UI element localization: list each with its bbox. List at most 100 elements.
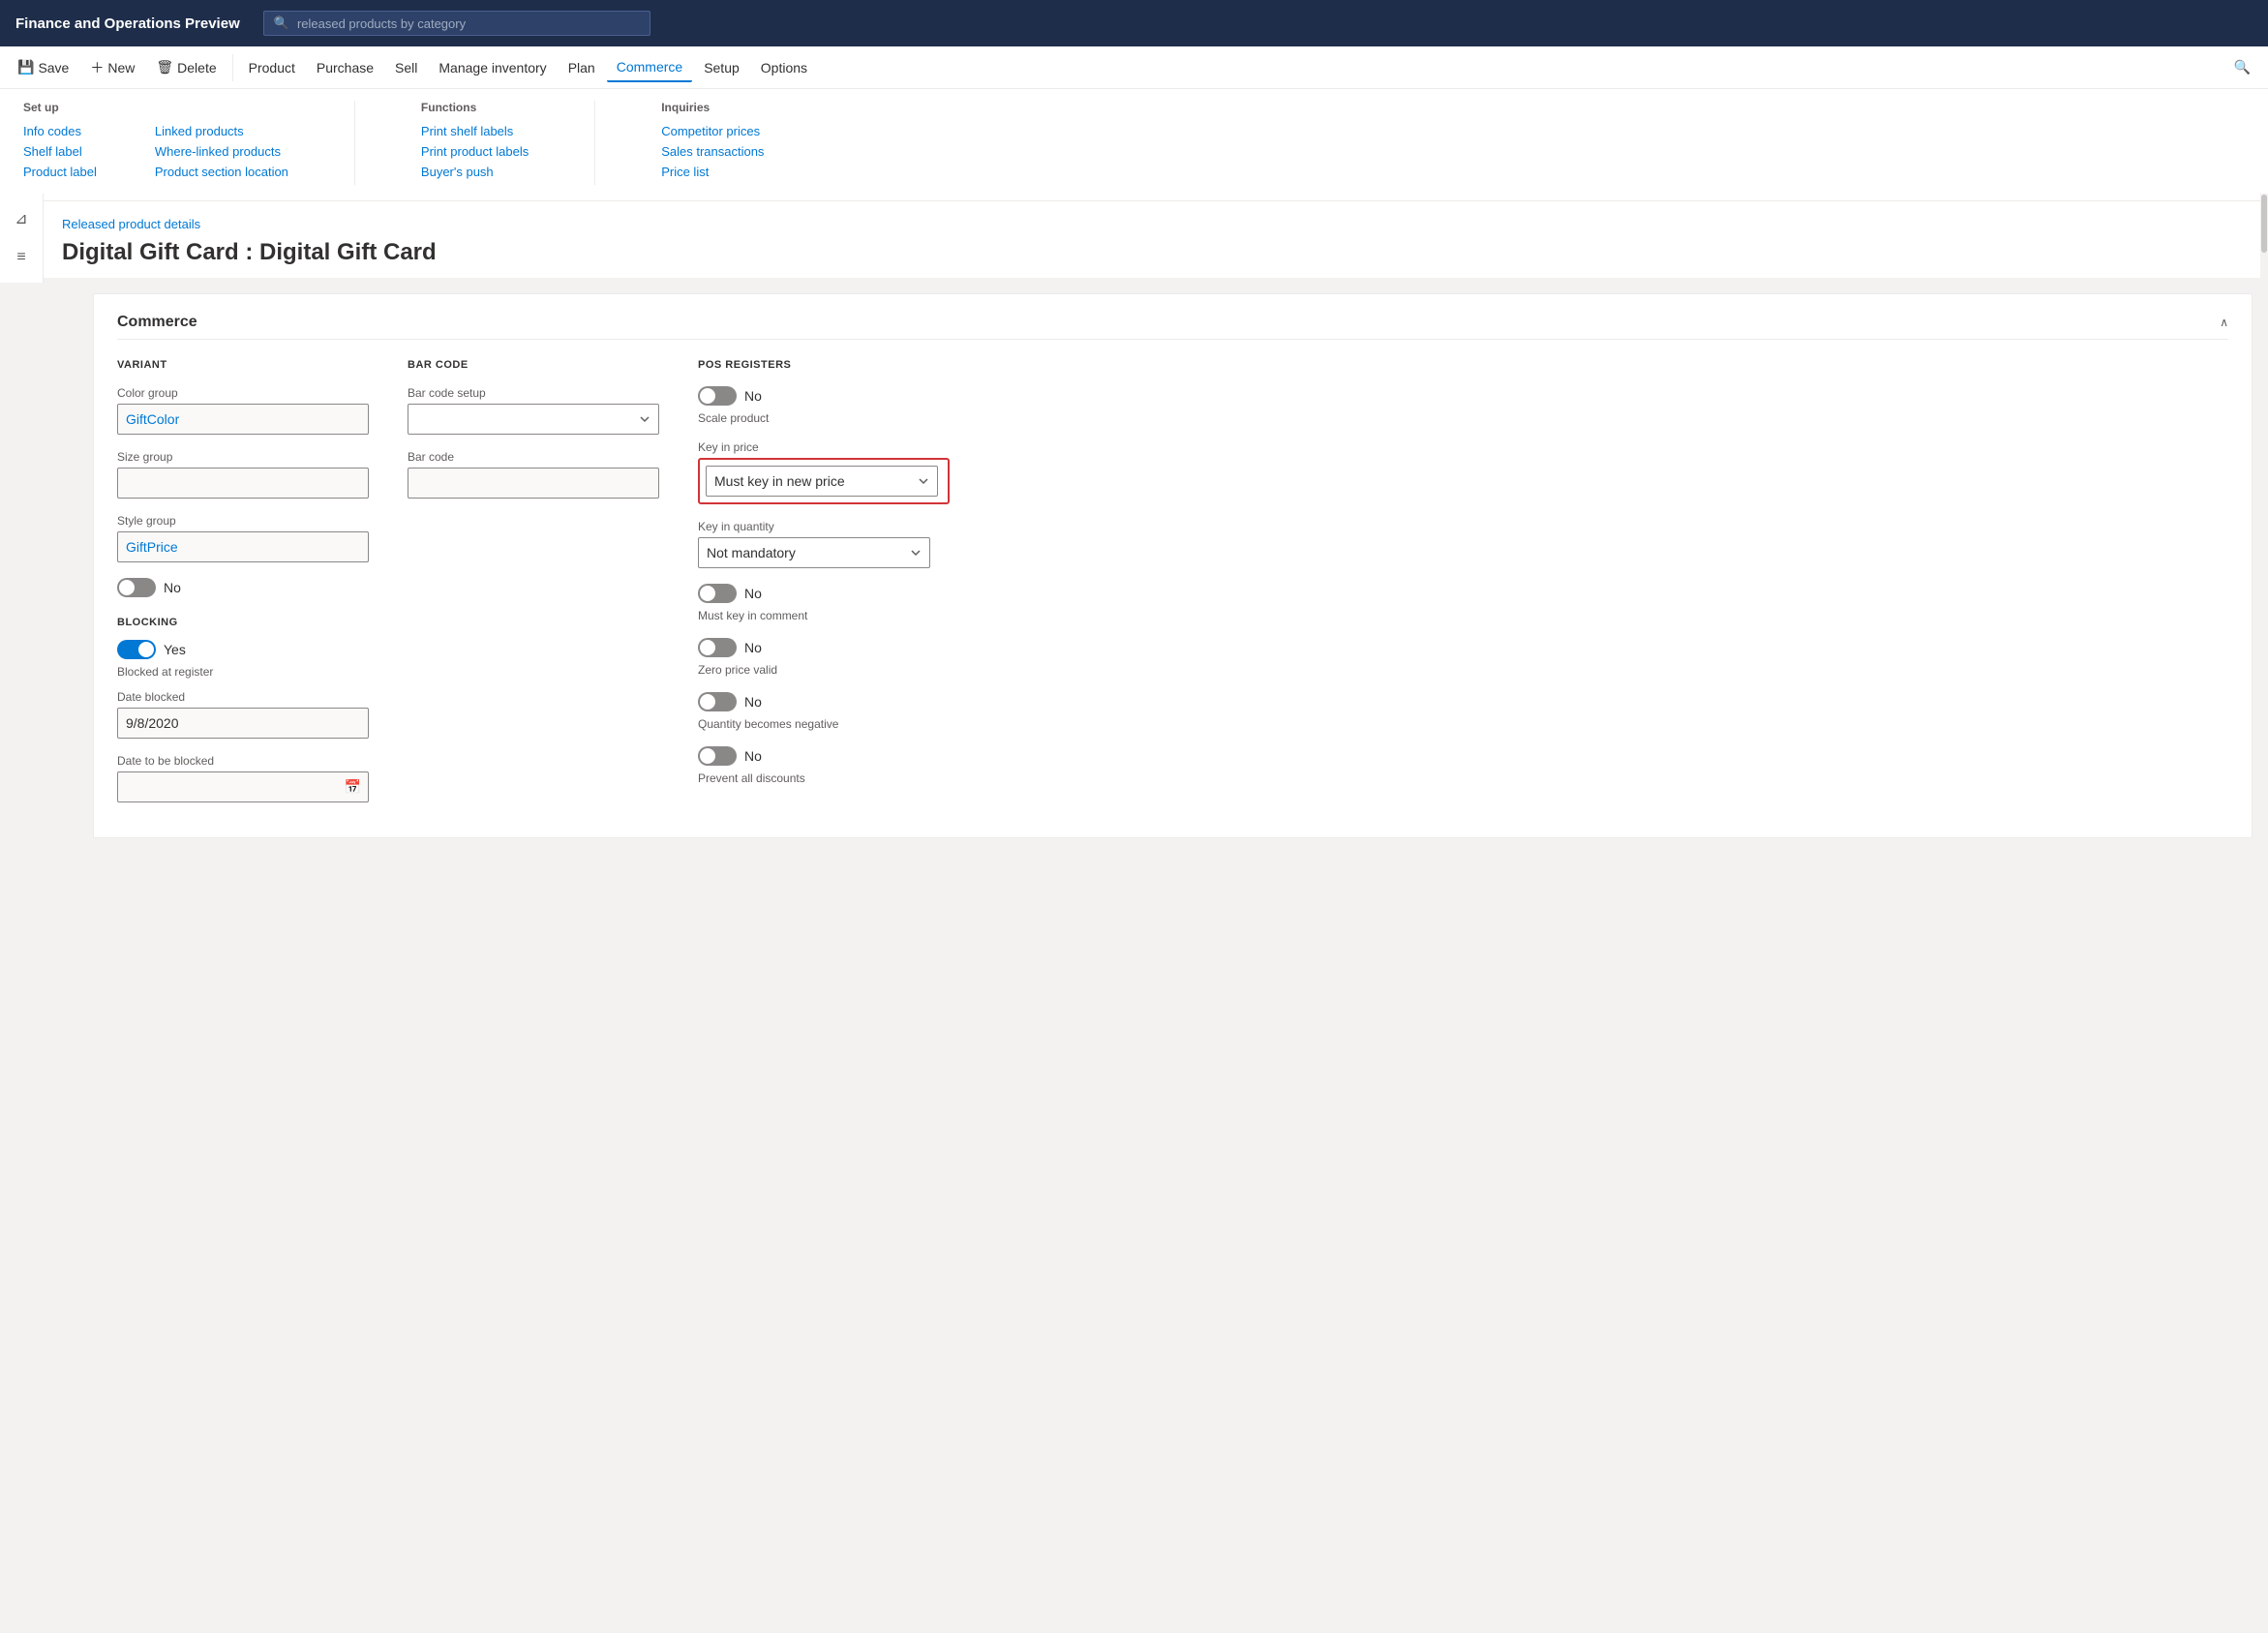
print-variants-toggle[interactable] — [117, 578, 156, 597]
zero-price-sublabel: Zero price valid — [698, 663, 2228, 677]
barcode-setup-label: Bar code setup — [408, 386, 659, 400]
section-title: Commerce — [117, 314, 197, 331]
must-key-comment-row: No — [698, 584, 2228, 603]
global-search[interactable]: 🔍 released products by category — [263, 11, 650, 36]
size-group-field: Size group — [117, 450, 369, 499]
setup-button[interactable]: Setup — [694, 54, 749, 81]
product-button[interactable]: Product — [239, 54, 305, 81]
command-bar: 💾 Save ＋ New 🗑 Delete Product Purchase S… — [0, 46, 2268, 89]
key-in-price-highlight: Must key in new price Not mandatory Must… — [698, 458, 950, 504]
commerce-section-wrapper: Commerce ∧ VARIANT Color group Size grou… — [93, 293, 2253, 838]
barcode-setup-field: Bar code setup — [408, 386, 659, 435]
color-group-label: Color group — [117, 386, 369, 400]
left-toolbar: ⊿ ≡ — [0, 194, 44, 283]
barcode-setup-select[interactable] — [408, 404, 659, 435]
setup-linked-col: x Linked products Where-linked products … — [155, 101, 288, 185]
color-group-input[interactable] — [117, 404, 369, 435]
options-button[interactable]: Options — [751, 54, 817, 81]
date-blocked-label: Date blocked — [117, 690, 369, 704]
scrollbar-track — [2260, 194, 2268, 1633]
date-to-be-blocked-field: Date to be blocked 📅 — [117, 754, 369, 802]
date-blocked-input[interactable] — [117, 708, 369, 739]
setup-col: Set up Info codes Shelf label Product la… — [23, 101, 97, 185]
commerce-button[interactable]: Commerce — [607, 53, 692, 82]
prevent-discounts-sublabel: Prevent all discounts — [698, 771, 2228, 785]
product-section-location-link[interactable]: Product section location — [155, 165, 288, 179]
plan-button[interactable]: Plan — [559, 54, 605, 81]
must-key-comment-value: No — [744, 586, 762, 601]
new-button[interactable]: ＋ New — [80, 52, 144, 83]
functions-header: Functions — [421, 101, 529, 114]
menu-divider-2 — [594, 101, 595, 185]
main-content: Commerce ∧ VARIANT Color group Size grou… — [39, 286, 2268, 846]
key-in-quantity-field: Key in quantity Not mandatory Must key i… — [698, 520, 2228, 568]
filter-icon[interactable]: ⊿ — [8, 205, 35, 232]
barcode-label: Bar code — [408, 450, 659, 464]
print-product-labels-link[interactable]: Print product labels — [421, 144, 529, 159]
date-blocked-field: Date blocked — [117, 690, 369, 739]
print-variants-label: No — [164, 580, 181, 595]
style-group-input[interactable] — [117, 531, 369, 562]
scale-product-value: No — [744, 388, 762, 404]
print-shelf-labels-link[interactable]: Print shelf labels — [421, 124, 529, 138]
barcode-input[interactable] — [408, 468, 659, 499]
collapse-button[interactable]: ∧ — [2220, 316, 2228, 329]
date-to-be-blocked-input[interactable] — [117, 771, 369, 802]
toc-icon[interactable]: ≡ — [8, 244, 35, 271]
functions-col: Functions Print shelf labels Print produ… — [421, 101, 529, 185]
size-group-label: Size group — [117, 450, 369, 464]
calendar-icon[interactable]: 📅 — [345, 779, 361, 796]
scale-product-toggle[interactable] — [698, 386, 737, 406]
search-cmd-icon: 🔍 — [2234, 59, 2251, 76]
style-group-label: Style group — [117, 514, 369, 528]
variant-header: VARIANT — [117, 359, 369, 371]
setup-header: Set up — [23, 101, 97, 114]
qty-negative-value: No — [744, 694, 762, 710]
key-in-quantity-select[interactable]: Not mandatory Must key in quantity — [698, 537, 930, 568]
breadcrumb[interactable]: Released product details — [62, 217, 2245, 231]
section-header: Commerce ∧ — [117, 314, 2228, 340]
shelf-label-link[interactable]: Shelf label — [23, 144, 97, 159]
sales-transactions-link[interactable]: Sales transactions — [661, 144, 764, 159]
product-label-link[interactable]: Product label — [23, 165, 97, 179]
scale-product-row: No — [698, 386, 2228, 406]
blocked-at-register-row: Yes — [117, 640, 369, 659]
search-cmd-button[interactable]: 🔍 — [2224, 53, 2260, 81]
top-bar: Finance and Operations Preview 🔍 release… — [0, 0, 2268, 46]
linked-products-link[interactable]: Linked products — [155, 124, 288, 138]
delete-button[interactable]: 🗑 Delete — [146, 53, 226, 81]
date-to-be-blocked-label: Date to be blocked — [117, 754, 369, 768]
must-key-comment-toggle[interactable] — [698, 584, 737, 603]
qty-negative-toggle[interactable] — [698, 692, 737, 711]
qty-negative-sublabel: Quantity becomes negative — [698, 717, 2228, 731]
key-in-quantity-label: Key in quantity — [698, 520, 2228, 533]
manage-inventory-button[interactable]: Manage inventory — [429, 54, 556, 81]
pos-registers-header: POS REGISTERS — [698, 359, 2228, 371]
scrollbar-thumb[interactable] — [2261, 195, 2267, 253]
title-area: Released product details Digital Gift Ca… — [39, 201, 2268, 278]
inquiries-col: Inquiries Competitor prices Sales transa… — [661, 101, 764, 185]
style-group-field: Style group — [117, 514, 369, 562]
info-codes-link[interactable]: Info codes — [23, 124, 97, 138]
key-in-price-select[interactable]: Must key in new price Not mandatory Must… — [706, 466, 938, 497]
competitor-prices-link[interactable]: Competitor prices — [661, 124, 764, 138]
new-icon: ＋ — [90, 58, 104, 77]
purchase-button[interactable]: Purchase — [307, 54, 383, 81]
size-group-input[interactable] — [117, 468, 369, 499]
key-in-price-label: Key in price — [698, 440, 2228, 454]
buyers-push-link[interactable]: Buyer's push — [421, 165, 529, 179]
must-key-comment-thumb — [700, 586, 715, 601]
blocked-at-register-toggle[interactable] — [117, 640, 156, 659]
where-linked-products-link[interactable]: Where-linked products — [155, 144, 288, 159]
zero-price-toggle[interactable] — [698, 638, 737, 657]
app-title: Finance and Operations Preview — [15, 15, 240, 32]
price-list-link[interactable]: Price list — [661, 165, 764, 179]
save-button[interactable]: 💾 Save — [8, 53, 78, 81]
blocked-at-register-label: Yes — [164, 642, 186, 657]
scale-product-sublabel: Scale product — [698, 411, 2228, 425]
menu-divider-1 — [354, 101, 355, 185]
search-icon: 🔍 — [274, 15, 289, 31]
prevent-discounts-toggle[interactable] — [698, 746, 737, 766]
sell-button[interactable]: Sell — [385, 54, 427, 81]
form-grid: VARIANT Color group Size group Style gro… — [117, 359, 2228, 818]
